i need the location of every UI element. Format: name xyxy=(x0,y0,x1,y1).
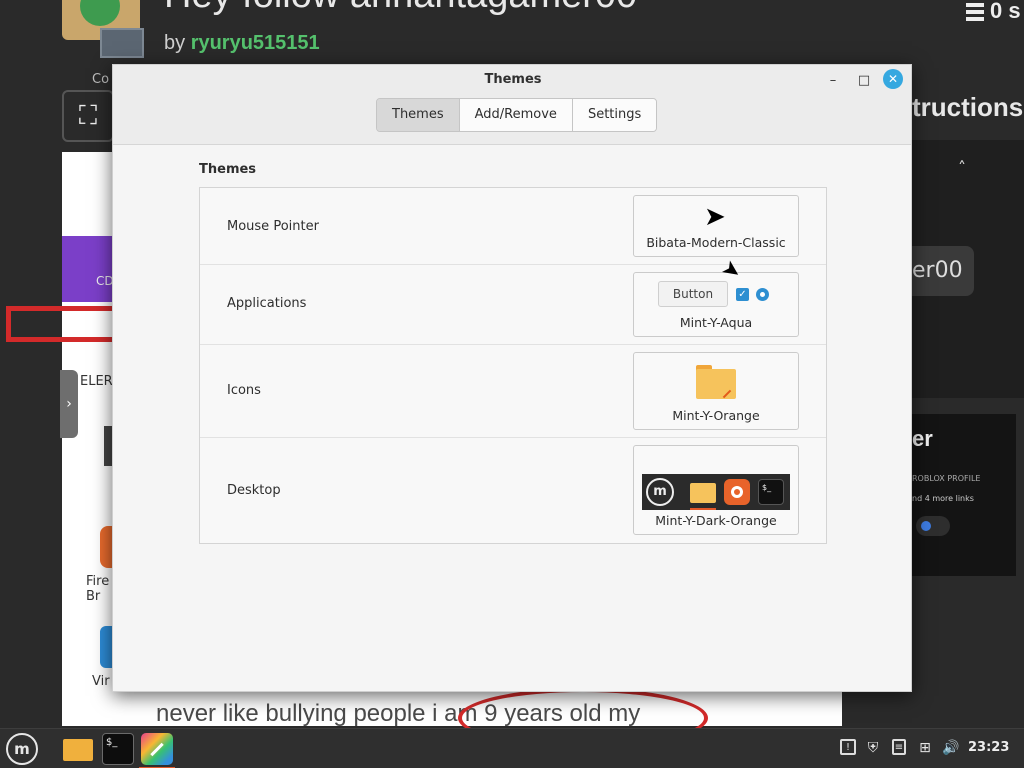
mint-logo-icon: m xyxy=(646,478,674,506)
project-title: Hey follow annantagamer00 xyxy=(164,0,637,17)
section-title: Themes xyxy=(199,162,257,177)
clipboard-icon[interactable]: ≡ xyxy=(892,739,906,755)
row-desktop: Desktop m $_ Mint-Y-Dark-Orange xyxy=(200,438,826,543)
firefox-icon xyxy=(724,479,750,505)
mint-menu-icon[interactable]: m xyxy=(6,733,38,765)
tab-settings[interactable]: Settings xyxy=(572,99,657,131)
terminal-icon: $_ xyxy=(758,479,784,505)
terminal-icon[interactable]: $_ xyxy=(102,733,134,765)
stage-sprite xyxy=(62,236,112,302)
desktop-chooser[interactable]: m $_ Mint-Y-Dark-Orange xyxy=(633,445,799,535)
row-label-icons: Icons xyxy=(227,383,261,398)
red-arrow-annotation xyxy=(6,306,116,342)
files-icon[interactable] xyxy=(62,733,94,765)
tab-bar: Themes Add/Remove Settings xyxy=(376,98,658,132)
profile-card-title: er xyxy=(912,426,933,451)
applications-chooser[interactable]: Button ✓ Mint-Y-Aqua xyxy=(633,272,799,337)
author-link[interactable]: ryuryu515151 xyxy=(191,32,320,54)
shield-icon[interactable]: ⛨ xyxy=(864,739,882,757)
elem-label: ELER xyxy=(80,374,113,389)
toggle-icon xyxy=(916,516,950,536)
volume-icon[interactable]: 🔊 xyxy=(942,739,960,757)
tab-add-remove[interactable]: Add/Remove xyxy=(459,99,573,131)
close-button[interactable]: ✕ xyxy=(883,69,903,89)
mouse-pointer-value: Bibata-Modern-Classic xyxy=(646,235,786,250)
folder-icon xyxy=(690,483,716,503)
row-label-desktop: Desktop xyxy=(227,483,281,498)
window-header: Themes – □ ✕ Themes Add/Remove Settings xyxy=(113,65,911,145)
instructions-heading: tructions xyxy=(912,92,1024,122)
desktop-panel-preview: m $_ xyxy=(642,474,790,510)
controls-label: Co xyxy=(92,72,110,87)
stats-icon xyxy=(966,3,984,22)
window-title: Themes xyxy=(484,72,542,87)
chevron-up-icon[interactable]: ˄ xyxy=(958,158,966,177)
monitor-icon xyxy=(100,28,144,58)
radio-icon xyxy=(756,288,769,301)
clock[interactable]: 23:23 xyxy=(968,740,1009,755)
themes-window: Themes – □ ✕ Themes Add/Remove Settings … xyxy=(112,64,912,692)
firefox-label: Fire Br xyxy=(86,574,110,604)
active-indicator xyxy=(690,508,716,510)
fullscreen-icon[interactable]: ⛶ xyxy=(62,90,114,142)
tab-themes[interactable]: Themes xyxy=(377,99,460,131)
themes-list: Mouse Pointer ➤ Bibata-Modern-Classic Ap… xyxy=(199,187,827,544)
icons-chooser[interactable]: Mint-Y-Orange xyxy=(633,352,799,430)
update-manager-icon[interactable]: ! xyxy=(840,739,856,755)
applications-value: Mint-Y-Aqua xyxy=(679,315,753,330)
author-line: by ryuryu515151 xyxy=(164,32,320,55)
virtualbox-label: Vir xyxy=(92,674,110,689)
desktop-value: Mint-Y-Dark-Orange xyxy=(655,513,777,528)
checkbox-icon: ✓ xyxy=(736,288,749,301)
stats-counter: 0 s xyxy=(966,0,1021,24)
profile-card-line1: ROBLOX PROFILE xyxy=(912,474,981,483)
maximize-button[interactable]: □ xyxy=(854,71,874,91)
preview-button: Button xyxy=(658,281,728,307)
minimize-button[interactable]: – xyxy=(823,71,843,91)
by-label: by xyxy=(164,32,186,54)
cd-label: CD xyxy=(96,274,114,288)
username-chip: er00 xyxy=(912,246,974,296)
row-label-applications: Applications xyxy=(227,296,307,311)
side-panel-handle[interactable]: › xyxy=(60,370,78,438)
row-icons: Icons Mint-Y-Orange xyxy=(200,345,826,438)
taskbar: m $_ ! ⛨ ≡ ⊞ 🔊 23:23 xyxy=(0,728,1024,768)
themes-icon[interactable] xyxy=(141,733,173,765)
network-icon[interactable]: ⊞ xyxy=(916,739,934,757)
mouse-pointer-chooser[interactable]: ➤ Bibata-Modern-Classic xyxy=(633,195,799,257)
folder-icon xyxy=(696,365,736,399)
profile-card-line2: nd 4 more links xyxy=(912,494,974,503)
row-label-mouse-pointer: Mouse Pointer xyxy=(227,219,319,234)
row-mouse-pointer: Mouse Pointer ➤ Bibata-Modern-Classic xyxy=(200,188,826,265)
icons-value: Mint-Y-Orange xyxy=(672,408,760,423)
cursor-arrow-icon: ➤ xyxy=(704,202,726,232)
stats-value: 0 s xyxy=(990,0,1021,23)
